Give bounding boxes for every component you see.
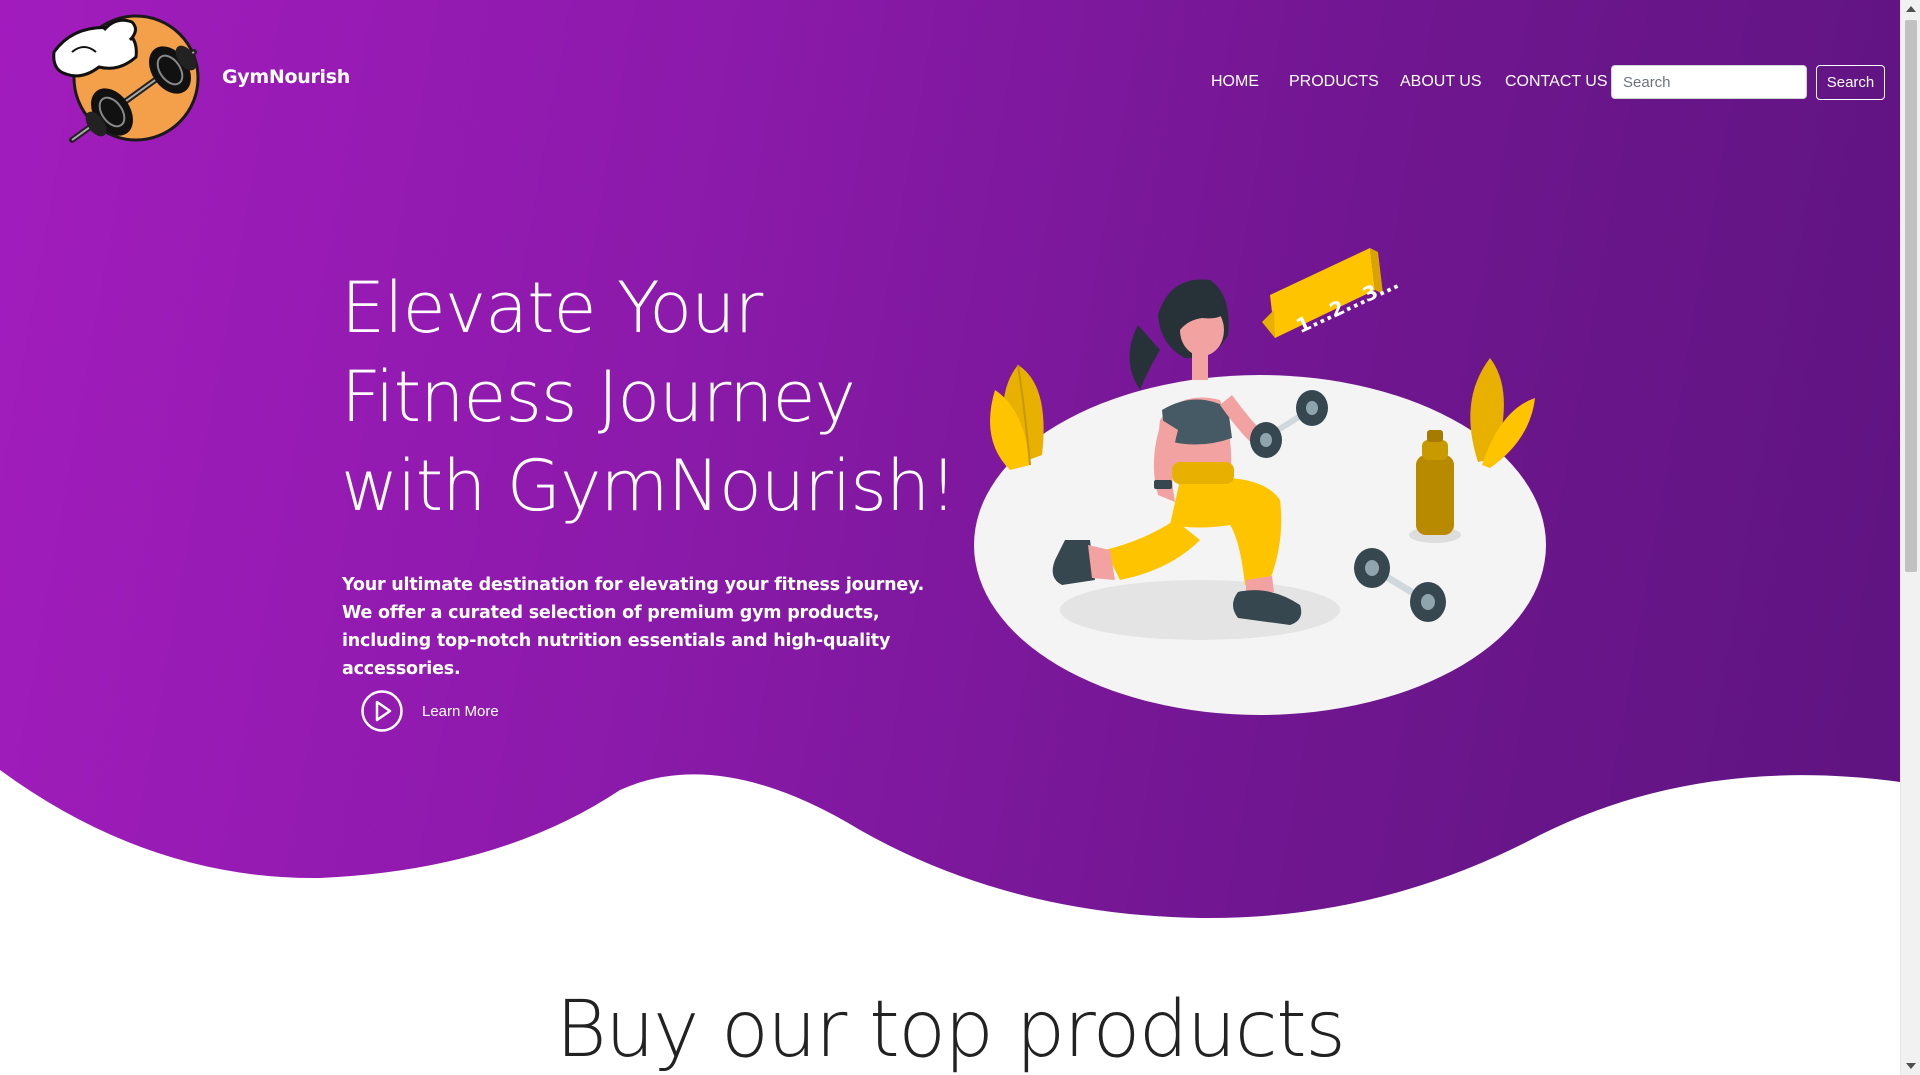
hero-section: GymNourish HOME PRODUCTS ABOUT US CONTAC… xyxy=(0,0,1900,940)
nav-home[interactable]: HOME xyxy=(1211,73,1259,91)
hero-title-line: Elevate Your xyxy=(341,267,763,349)
vertical-scrollbar[interactable] xyxy=(1900,0,1920,1075)
plant-right-icon xyxy=(1470,358,1535,468)
scroll-up-arrow-icon[interactable] xyxy=(1901,0,1920,18)
page: GymNourish HOME PRODUCTS ABOUT US CONTAC… xyxy=(0,0,1900,1075)
nav-about-us[interactable]: ABOUT US xyxy=(1400,73,1482,91)
hero-title-line: Fitness Journey xyxy=(341,356,856,438)
wave-divider xyxy=(0,770,1900,940)
learn-more-button[interactable]: Learn More xyxy=(360,689,499,733)
nav-products[interactable]: PRODUCTS xyxy=(1289,73,1379,91)
section-title: Buy our top products xyxy=(555,985,1346,1075)
logo-icon[interactable] xyxy=(44,12,204,154)
search-input[interactable] xyxy=(1611,65,1807,99)
fitness-woman-illustration: 1...2...3... xyxy=(974,248,1546,715)
plant-left-icon xyxy=(990,364,1044,470)
hero-title: Elevate Your Fitness Journey with GymNou… xyxy=(341,264,961,531)
play-circle-icon[interactable] xyxy=(360,689,404,733)
learn-more-label: Learn More xyxy=(422,702,499,720)
hero-description: Your ultimate destination for elevating … xyxy=(342,575,925,679)
hero-title-line: with GymNourish! xyxy=(341,445,957,527)
scrollbar-thumb[interactable] xyxy=(1905,20,1917,572)
search-button[interactable]: Search xyxy=(1816,65,1885,100)
counter-sign: 1...2...3... xyxy=(1262,248,1402,338)
nav-contact-us[interactable]: CONTACT US xyxy=(1505,73,1608,91)
brand-name[interactable]: GymNourish xyxy=(222,66,350,88)
scroll-down-arrow-icon[interactable] xyxy=(1901,1057,1920,1075)
